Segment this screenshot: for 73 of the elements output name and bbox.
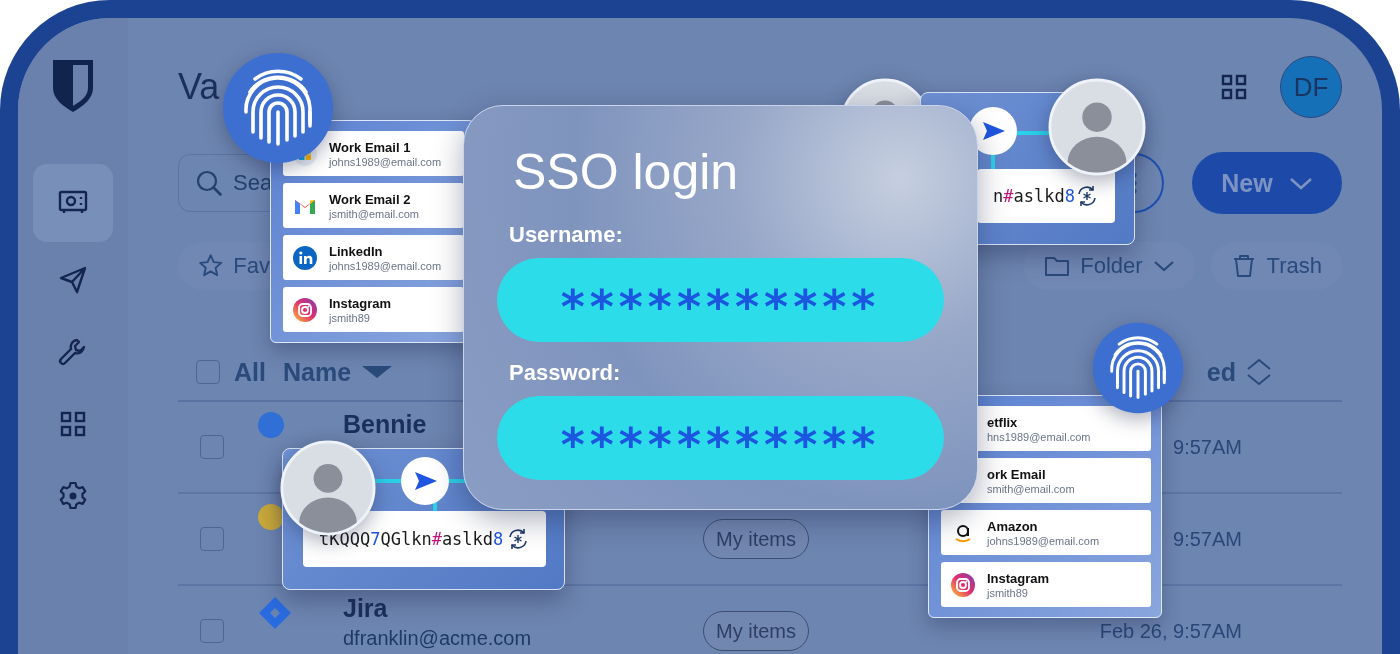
- paper-plane-icon: [57, 264, 89, 296]
- select-all-label: All: [234, 357, 266, 387]
- login-account: hns1989@email.com: [987, 430, 1091, 443]
- password-field[interactable]: tKQQQ7QGlkn#aslkd8: [303, 511, 546, 567]
- caret-icon: [1152, 259, 1175, 273]
- column-header[interactable]: Name: [283, 357, 394, 387]
- modified-date: 9:57AM: [1173, 435, 1243, 459]
- login-name: LinkedIn: [329, 243, 384, 259]
- sort-icon: [1246, 358, 1272, 386]
- login-account: johns1989@email.com: [329, 259, 442, 272]
- card-title: SSO login: [513, 143, 740, 202]
- owner-tag: My items: [703, 518, 809, 559]
- user-avatar[interactable]: DF: [1280, 56, 1342, 118]
- login-item[interactable]: Instagram jsmith89: [941, 562, 1151, 607]
- login-name: etflix: [987, 414, 1019, 430]
- login-item[interactable]: Amazon johns1989@email.com: [941, 510, 1151, 555]
- folder-filter-chip[interactable]: Folder: [1024, 242, 1195, 290]
- caret-icon: [1288, 176, 1313, 190]
- send-arrow-icon: [413, 470, 437, 492]
- login-account: johns1989@email.com: [987, 534, 1100, 547]
- item-name[interactable]: Bennie: [343, 410, 427, 439]
- item-name[interactable]: Jira: [343, 594, 388, 623]
- settings-icon: [57, 480, 89, 512]
- masked-input-field[interactable]: ***********: [497, 396, 944, 480]
- row-checkbox[interactable]: [200, 435, 224, 459]
- send-button[interactable]: [969, 107, 1017, 155]
- camera-logo-icon: [951, 572, 975, 597]
- trash-filter-chip[interactable]: Trash: [1210, 242, 1342, 290]
- linkedin-logo-icon: [293, 245, 317, 270]
- login-name: ork Email: [987, 466, 1047, 482]
- login-account: smith@email.com: [987, 482, 1075, 495]
- new-button[interactable]: New: [1192, 152, 1342, 214]
- login-account: jsmith89: [329, 311, 371, 324]
- diamond-logo-icon: [258, 596, 292, 630]
- login-item[interactable]: Instagram jsmith89: [283, 287, 464, 332]
- login-account: jsmith@email.com: [329, 207, 419, 220]
- sort-descending-icon: [361, 365, 394, 379]
- password-field[interactable]: n#aslkd8: [977, 169, 1115, 223]
- field-label: Username:: [509, 222, 624, 248]
- row-checkbox[interactable]: [200, 619, 224, 643]
- owner-tag: My items: [703, 610, 809, 651]
- send-arrow-icon: [981, 120, 1005, 142]
- login-name: Instagram: [329, 295, 392, 311]
- fingerprint-icon: [1092, 322, 1184, 414]
- item-dot-icon: [258, 412, 284, 438]
- login-account: jsmith89: [987, 586, 1029, 599]
- shield-logo-icon: [51, 58, 95, 112]
- login-name: Amazon: [987, 518, 1039, 534]
- login-name: Instagram: [987, 570, 1050, 586]
- search-icon: [196, 170, 222, 196]
- star-icon: [198, 253, 224, 279]
- camera-logo-icon: [293, 297, 317, 322]
- masked-input-field[interactable]: ***********: [497, 258, 944, 342]
- send-button[interactable]: [401, 457, 449, 505]
- login-account: johns1989@email.com: [329, 155, 442, 168]
- item-username: dfranklin@acme.com: [343, 627, 532, 650]
- field-label: Password:: [509, 360, 622, 386]
- login-item[interactable]: Work Email 2 jsmith@email.com: [283, 183, 464, 228]
- row-checkbox[interactable]: [200, 527, 224, 551]
- modified-date: 9:57AM: [1173, 527, 1243, 551]
- regenerate-icon[interactable]: [1075, 184, 1099, 208]
- login-name: Work Email 2: [329, 191, 412, 207]
- page-title: Va: [178, 66, 220, 108]
- login-name: Work Email 1: [329, 139, 412, 155]
- regenerate-icon[interactable]: [506, 527, 530, 551]
- vault-nav-button[interactable]: [33, 164, 113, 242]
- item-dot-icon: [258, 504, 284, 530]
- login-item[interactable]: LinkedIn johns1989@email.com: [283, 235, 464, 280]
- select-all-checkbox[interactable]: [196, 360, 220, 384]
- generated-password: tKQQQ7QGlkn#aslkd8: [319, 529, 504, 549]
- generated-password: n#aslkd8: [993, 186, 1075, 206]
- modified-date: Feb 26, 9:57AM: [1099, 619, 1243, 643]
- column-header[interactable]: ed: [1206, 357, 1342, 387]
